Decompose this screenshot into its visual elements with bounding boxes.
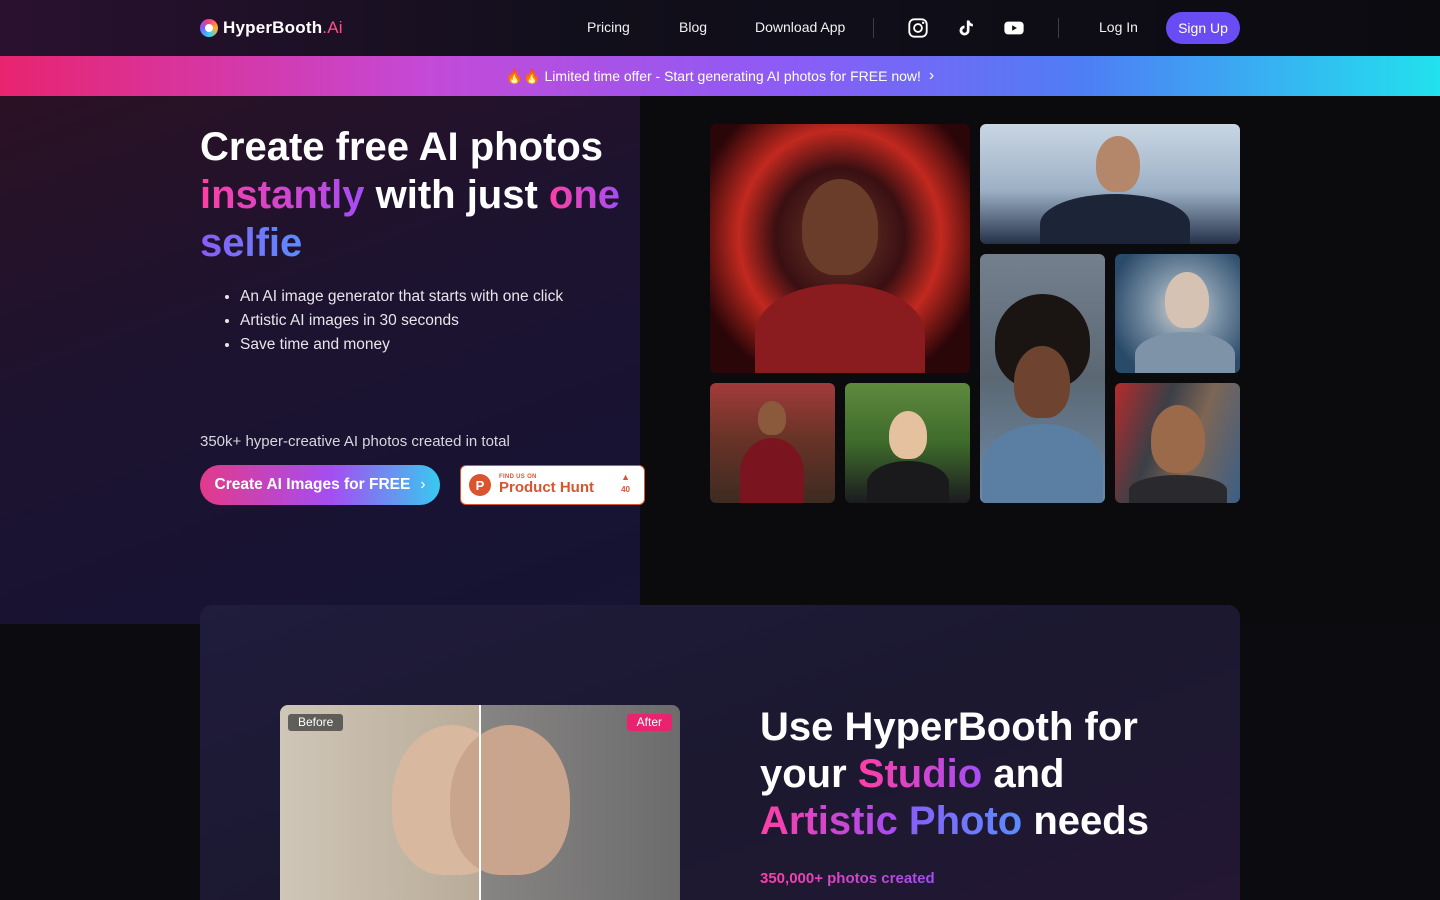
feature-title: Use HyperBooth for your Studio and Artis…: [760, 704, 1200, 845]
portrait-face: [802, 179, 878, 275]
feature-title-highlight-artistic: Artistic: [760, 799, 898, 843]
gallery-image-butterfly-portrait: [1115, 254, 1240, 373]
portrait-face: [1151, 405, 1205, 473]
feature-title-and: and: [982, 752, 1065, 796]
list-item: Artistic AI images in 30 seconds: [240, 309, 563, 333]
product-hunt-icon: P: [469, 474, 491, 496]
gallery-image-ringmaster-portrait: [710, 383, 835, 503]
hero-benefits-list: An AI image generator that starts with o…: [240, 285, 563, 357]
logo-main-text: HyperBooth: [223, 18, 323, 37]
gallery-image-curly-hair-portrait: [980, 254, 1105, 503]
logo-suffix-text: .Ai: [322, 18, 343, 37]
hero-stat: 350k+ hyper-creative AI photos created i…: [200, 433, 510, 450]
nav-divider: [1058, 18, 1059, 38]
upvote-counter: ▲ 40: [621, 472, 630, 494]
hero-title-line1: Create free AI photos: [200, 125, 604, 169]
hyperbooth-logo[interactable]: HyperBooth.Ai: [200, 16, 343, 40]
portrait-body: [1129, 475, 1227, 503]
portrait-body: [1135, 332, 1235, 373]
feature-title-line1: Use HyperBooth for: [760, 705, 1138, 749]
portrait-face: [1096, 136, 1140, 192]
promo-text: 🔥🔥 Limited time offer - Start generating…: [505, 67, 921, 84]
instagram-icon[interactable]: [906, 16, 930, 40]
product-hunt-name: Product Hunt: [499, 479, 594, 496]
gallery-image-fire-portrait: [710, 124, 970, 373]
upvote-count: 40: [621, 485, 630, 494]
logo-icon: [200, 19, 218, 37]
portrait-face: [1165, 272, 1209, 328]
youtube-icon[interactable]: [1002, 16, 1026, 40]
portrait-face: [758, 401, 786, 435]
chevron-right-icon: ›: [420, 476, 426, 493]
after-image: [450, 705, 680, 900]
promo-banner[interactable]: 🔥🔥 Limited time offer - Start generating…: [0, 56, 1440, 96]
hero-title: Create free AI photos instantly with jus…: [200, 123, 640, 267]
list-item: Save time and money: [240, 333, 563, 357]
gallery-image-business-portrait: [980, 124, 1240, 244]
before-after-comparison[interactable]: Before After: [280, 705, 680, 900]
portrait-body: [867, 461, 949, 503]
nav-link-pricing[interactable]: Pricing: [587, 19, 630, 35]
signup-button[interactable]: Sign Up: [1166, 12, 1240, 44]
chevron-right-icon: ›: [928, 67, 935, 84]
portrait-body: [982, 424, 1103, 503]
product-hunt-text: FIND US ON Product Hunt: [499, 474, 594, 496]
logo-text: HyperBooth.Ai: [223, 18, 343, 38]
feature-title-highlight-studio: Studio: [857, 752, 983, 796]
tiktok-icon[interactable]: [954, 16, 978, 40]
cta-label: Create AI Images for FREE: [214, 476, 411, 493]
product-hunt-badge[interactable]: P FIND US ON Product Hunt ▲ 40: [460, 465, 645, 505]
portrait-face: [450, 725, 570, 875]
nav-link-blog[interactable]: Blog: [679, 19, 707, 35]
hero-title-highlight-selfie: selfie: [200, 221, 303, 265]
portrait-face: [1014, 346, 1070, 418]
feature-title-highlight-photo: Photo: [897, 799, 1023, 843]
comparison-slider-handle[interactable]: [479, 705, 481, 900]
hero-title-highlight-instantly: instantly: [200, 173, 365, 217]
upvote-arrow-icon: ▲: [621, 472, 630, 482]
nav-divider: [873, 18, 874, 38]
portrait-body: [740, 438, 804, 503]
feature-title-needs: needs: [1022, 799, 1149, 843]
feature-title-your: your: [760, 752, 858, 796]
hero-title-connector: with just: [364, 173, 549, 217]
portrait-face: [889, 411, 927, 459]
portrait-body: [755, 284, 925, 373]
after-label: After: [626, 714, 672, 731]
feature-stat: 350,000+ photos created: [760, 870, 935, 887]
portrait-body: [1040, 194, 1190, 244]
gallery-image-graduation-portrait: [845, 383, 970, 503]
list-item: An AI image generator that starts with o…: [240, 285, 563, 309]
top-navbar: HyperBooth.Ai Pricing Blog Download App …: [0, 0, 1440, 56]
gallery-image-artistic-portrait: [1115, 383, 1240, 503]
nav-link-download-app[interactable]: Download App: [755, 19, 845, 35]
hero-title-highlight-one: one: [548, 173, 621, 217]
login-link[interactable]: Log In: [1099, 19, 1138, 35]
create-ai-images-button[interactable]: Create AI Images for FREE ›: [200, 465, 440, 505]
before-label: Before: [288, 714, 344, 731]
